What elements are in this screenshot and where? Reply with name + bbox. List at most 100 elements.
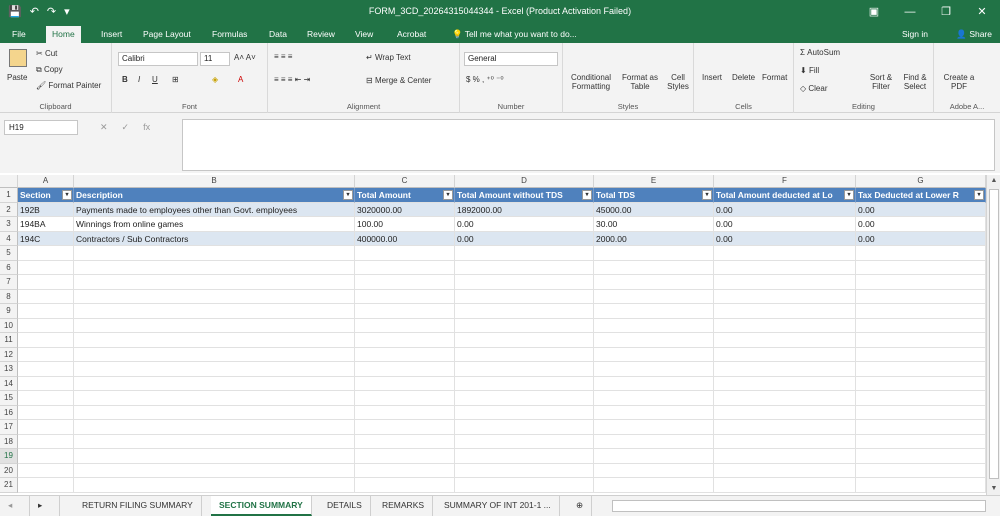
find-select-button[interactable]: Find & Select (898, 73, 932, 91)
empty-cell[interactable] (18, 449, 74, 464)
empty-cell[interactable] (18, 405, 74, 420)
row-header-7[interactable]: 7 (0, 275, 18, 290)
table-cell[interactable]: 0.00 (856, 217, 986, 232)
empty-cell[interactable] (355, 289, 455, 304)
empty-cell[interactable] (355, 362, 455, 377)
row-header-8[interactable]: 8 (0, 289, 18, 304)
clear-button[interactable]: ◇ Clear (800, 84, 828, 93)
empty-cell[interactable] (856, 434, 986, 449)
empty-cell[interactable] (74, 246, 355, 261)
tab-file[interactable]: File (6, 26, 32, 43)
ribbon-display-icon[interactable]: ▣ (856, 0, 892, 25)
tab-formulas[interactable]: Formulas (206, 26, 253, 43)
table-cell[interactable]: 1892000.00 (455, 202, 594, 217)
vertical-scrollbar[interactable]: ▲ ▼ (986, 175, 1000, 495)
tab-data[interactable]: Data (263, 26, 293, 43)
restore-button[interactable]: ❐ (928, 0, 964, 25)
column-header-g[interactable]: G (856, 175, 986, 188)
autosum-button[interactable]: Σ AutoSum (800, 48, 840, 57)
empty-cell[interactable] (455, 376, 594, 391)
empty-cell[interactable] (355, 463, 455, 478)
table-header-cell[interactable]: Total TDS ▾ (594, 188, 714, 203)
column-header-a[interactable]: A (18, 175, 74, 188)
row-header-21[interactable]: 21 (0, 478, 18, 493)
empty-cell[interactable] (714, 260, 856, 275)
sheet-tab-section-summary[interactable]: SECTION SUMMARY (211, 496, 312, 516)
table-cell[interactable]: 100.00 (355, 217, 455, 232)
empty-cell[interactable] (18, 347, 74, 362)
empty-cell[interactable] (856, 405, 986, 420)
format-as-table-button[interactable]: Format as Table (617, 73, 663, 91)
empty-cell[interactable] (714, 463, 856, 478)
table-header-cell[interactable]: Total Amount deducted at Lo ▾ (714, 188, 856, 203)
row-header-13[interactable]: 13 (0, 362, 18, 377)
empty-cell[interactable] (455, 275, 594, 290)
empty-cell[interactable] (856, 304, 986, 319)
empty-cell[interactable] (594, 246, 714, 261)
sort-filter-button[interactable]: Sort & Filter (866, 73, 896, 91)
table-header-cell[interactable]: Total Amount without TDS ▾ (455, 188, 594, 203)
empty-cell[interactable] (74, 420, 355, 435)
empty-cell[interactable] (594, 289, 714, 304)
scroll-down-icon[interactable]: ▼ (987, 483, 1000, 495)
empty-cell[interactable] (594, 391, 714, 406)
empty-cell[interactable] (455, 246, 594, 261)
paste-icon[interactable] (9, 49, 27, 67)
font-size-select[interactable]: 11 (200, 52, 230, 66)
empty-cell[interactable] (856, 376, 986, 391)
empty-cell[interactable] (18, 289, 74, 304)
column-header-f[interactable]: F (714, 175, 856, 188)
empty-cell[interactable] (594, 463, 714, 478)
empty-cell[interactable] (355, 347, 455, 362)
empty-cell[interactable] (856, 391, 986, 406)
column-header-e[interactable]: E (594, 175, 714, 188)
empty-cell[interactable] (594, 420, 714, 435)
empty-cell[interactable] (856, 420, 986, 435)
filter-dropdown-icon[interactable]: ▾ (974, 190, 984, 200)
empty-cell[interactable] (18, 260, 74, 275)
table-header-cell[interactable]: Tax Deducted at Lower R ▾ (856, 188, 986, 203)
empty-cell[interactable] (74, 376, 355, 391)
empty-cell[interactable] (18, 246, 74, 261)
empty-cell[interactable] (74, 318, 355, 333)
vertical-align-icons[interactable]: ≡ ≡ ≡ (274, 52, 292, 61)
empty-cell[interactable] (18, 304, 74, 319)
empty-cell[interactable] (594, 376, 714, 391)
number-format-icons[interactable]: $ % , ⁺⁰ ⁻⁰ (466, 75, 504, 84)
table-cell[interactable]: 45000.00 (594, 202, 714, 217)
empty-cell[interactable] (18, 333, 74, 348)
empty-cell[interactable] (455, 463, 594, 478)
empty-cell[interactable] (856, 260, 986, 275)
table-cell[interactable]: 0.00 (714, 217, 856, 232)
empty-cell[interactable] (355, 478, 455, 493)
empty-cell[interactable] (594, 362, 714, 377)
empty-cell[interactable] (714, 449, 856, 464)
empty-cell[interactable] (74, 362, 355, 377)
cancel-icon[interactable]: ✕ (100, 122, 108, 133)
underline-button[interactable]: U (152, 75, 158, 84)
empty-cell[interactable] (455, 405, 594, 420)
empty-cell[interactable] (355, 275, 455, 290)
empty-cell[interactable] (355, 260, 455, 275)
filter-dropdown-icon[interactable]: ▾ (343, 190, 353, 200)
empty-cell[interactable] (455, 478, 594, 493)
row-header-14[interactable]: 14 (0, 376, 18, 391)
wrap-text-button[interactable]: ↵ Wrap Text (366, 53, 411, 62)
sign-in-link[interactable]: Sign in (902, 26, 928, 42)
paste-button[interactable]: Paste (7, 73, 27, 82)
empty-cell[interactable] (74, 434, 355, 449)
empty-cell[interactable] (455, 362, 594, 377)
empty-cell[interactable] (594, 304, 714, 319)
tab-review[interactable]: Review (301, 26, 341, 43)
empty-cell[interactable] (714, 376, 856, 391)
row-header-3[interactable]: 3 (0, 217, 18, 232)
empty-cell[interactable] (856, 275, 986, 290)
empty-cell[interactable] (455, 289, 594, 304)
table-cell[interactable]: Contractors / Sub Contractors (74, 231, 355, 246)
fill-color-icon[interactable]: ◈ (212, 75, 218, 84)
empty-cell[interactable] (355, 391, 455, 406)
empty-cell[interactable] (714, 391, 856, 406)
empty-cell[interactable] (455, 434, 594, 449)
empty-cell[interactable] (594, 405, 714, 420)
row-header-6[interactable]: 6 (0, 260, 18, 275)
